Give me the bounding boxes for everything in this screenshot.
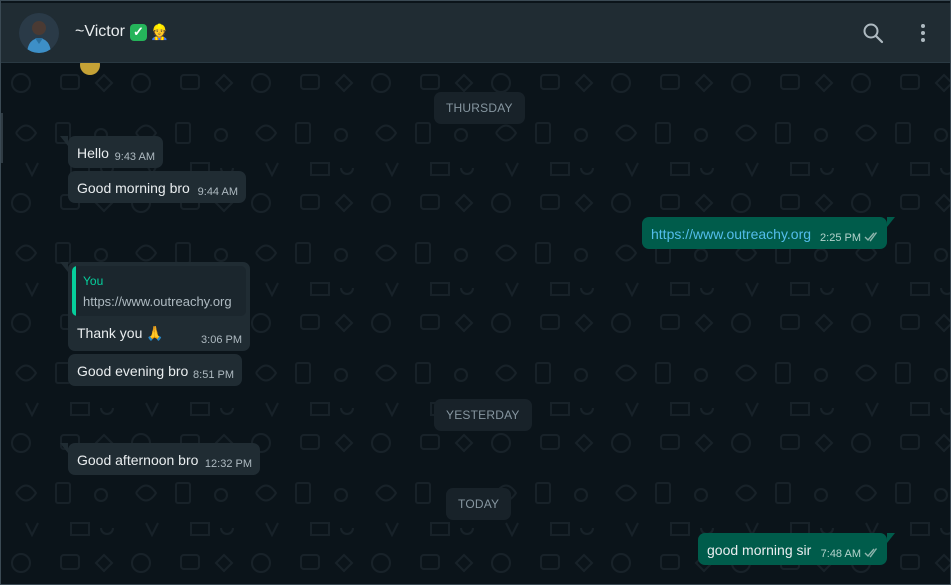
- date-separator-thursday: THURSDAY: [434, 92, 525, 124]
- message-time: 9:44 AM: [197, 186, 238, 198]
- message-link[interactable]: https://www.outreachy.org: [651, 226, 811, 242]
- bubble-tail: [60, 262, 68, 272]
- message-text: Good afternoon bro: [77, 452, 199, 468]
- search-icon[interactable]: [861, 21, 885, 45]
- quote-author: You: [83, 274, 104, 288]
- read-receipt-icon: [864, 548, 878, 558]
- message-bubble-outgoing[interactable]: good morning sir 7:48 AM: [698, 533, 895, 565]
- quote-text: https://www.outreachy.org: [83, 294, 232, 309]
- date-separator-yesterday: YESTERDAY: [434, 399, 532, 431]
- bubble-tail: [887, 533, 895, 543]
- message-list[interactable]: THURSDAY Hello 9:43 AM Good morning bro …: [1, 63, 950, 584]
- message-time: 8:51 PM: [193, 369, 234, 381]
- message-bubble-reply[interactable]: You https://www.outreachy.org Thank you …: [60, 262, 250, 351]
- bubble-tail: [887, 217, 895, 227]
- date-separator-today: TODAY: [446, 488, 512, 520]
- more-options-icon[interactable]: [911, 21, 935, 45]
- construction-worker-emoji: 👷: [149, 24, 169, 41]
- read-receipt-icon: [864, 232, 878, 242]
- quoted-message[interactable]: You https://www.outreachy.org: [72, 266, 246, 316]
- quote-bar: [72, 266, 76, 316]
- message-bubble-outgoing[interactable]: https://www.outreachy.org 2:25 PM: [642, 217, 895, 249]
- chat-header: ~Victor ✓ 👷: [1, 1, 950, 63]
- message-text: Thank you 🙏: [77, 325, 164, 341]
- bubble-tail: [60, 136, 68, 146]
- message-time: 3:06 PM: [201, 334, 242, 346]
- message-text: good morning sir: [707, 542, 812, 558]
- message-time: 9:43 AM: [114, 151, 155, 163]
- scroll-indicator[interactable]: [1, 113, 3, 163]
- message-bubble-incoming[interactable]: Good evening bro 8:51 PM: [68, 354, 242, 386]
- message-text: Good evening bro: [77, 363, 189, 379]
- bubble-tail: [60, 443, 68, 453]
- message-text: Hello: [77, 145, 109, 161]
- verified-check-icon: ✓: [129, 23, 147, 41]
- message-bubble-incoming[interactable]: Good afternoon bro 12:32 PM: [60, 443, 260, 475]
- avatar[interactable]: [19, 13, 59, 53]
- message-time: 12:32 PM: [204, 458, 252, 470]
- contact-name: ~Victor: [75, 23, 125, 40]
- message-time: 2:25 PM: [820, 232, 861, 244]
- message-text: Good morning bro: [77, 180, 190, 196]
- contact-name-group[interactable]: ~Victor ✓ 👷: [75, 23, 169, 41]
- chat-window: ~Victor ✓ 👷 THURSDAY Hello 9:43 AM Good …: [0, 0, 951, 585]
- avatar-image: [19, 13, 59, 53]
- message-time: 7:48 AM: [820, 548, 861, 560]
- message-bubble-incoming[interactable]: Good morning bro 9:44 AM: [68, 171, 246, 203]
- message-bubble-incoming[interactable]: Hello 9:43 AM: [60, 136, 163, 168]
